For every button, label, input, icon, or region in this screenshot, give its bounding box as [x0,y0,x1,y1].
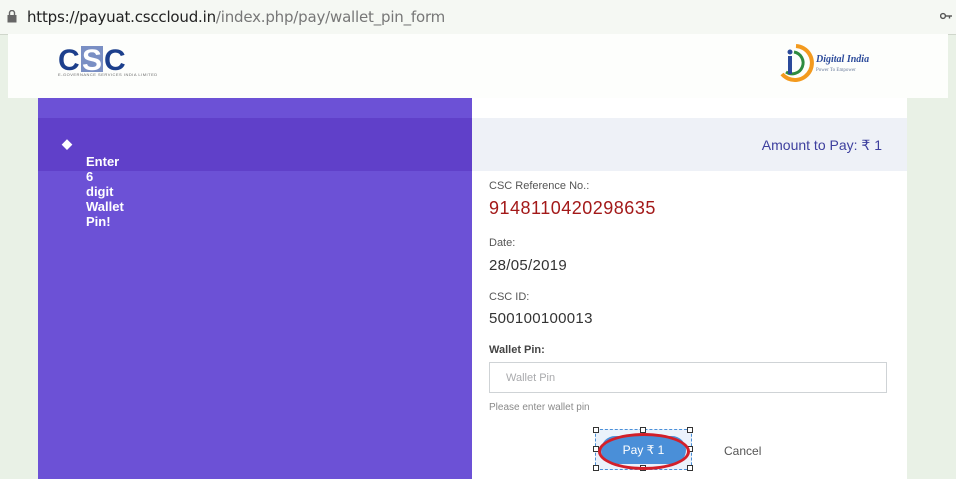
reference-value: 9148110420298635 [489,198,656,218]
amount-to-pay: Amount to Pay: ₹ 1 [761,137,882,153]
instruction-bar: ◆ Enter 6 digit Wallet Pin! [38,118,472,229]
reference-label: CSC Reference No.: [489,180,590,192]
browser-url-bar[interactable]: https://payuat.csccloud.in/index.php/pay… [0,0,956,35]
instruction-label: Enter 6 digit Wallet Pin! [86,154,124,229]
wallet-pin-label: Wallet Pin: [489,344,545,356]
url-text[interactable]: https://payuat.csccloud.in/index.php/pay… [27,8,445,26]
amount-bar: Amount to Pay: ₹ 1 [472,118,907,171]
lock-icon [7,10,17,23]
cancel-link[interactable]: Cancel [724,444,761,458]
csc-id-value: 500100100013 [489,310,593,327]
csc-tagline: e-Governance Services India Limited [58,72,158,77]
digital-india-subtitle: Power To Empower [816,68,856,73]
wallet-pin-input[interactable] [489,362,887,393]
csc-id-label: CSC ID: [489,291,530,303]
date-label: Date: [489,237,516,249]
key-icon[interactable] [940,10,952,22]
selection-handle [593,427,599,433]
payment-panel: Amount to Pay: ₹ 1 CSC Reference No.: 91… [472,98,907,479]
pay-button-selection: Pay ₹ 1 [593,427,693,471]
url-path: /index.php/pay/wallet_pin_form [215,8,446,26]
page-header: C S C e-Governance Services India Limite… [8,34,948,98]
highlight-ring [598,433,690,470]
date-value: 28/05/2019 [489,257,568,274]
selection-handle [593,465,599,471]
selection-handle [687,427,693,433]
left-panel: ◆ Enter 6 digit Wallet Pin! [38,98,472,479]
digital-india-title: Digital India [816,54,870,65]
csc-logo: C S C [58,44,126,77]
url-host: https://payuat.csccloud.in [27,8,216,26]
selection-handle [687,465,693,471]
instruction-text: ◆ Enter 6 digit Wallet Pin! [62,136,124,229]
wallet-pin-help: Please enter wallet pin [489,402,590,413]
